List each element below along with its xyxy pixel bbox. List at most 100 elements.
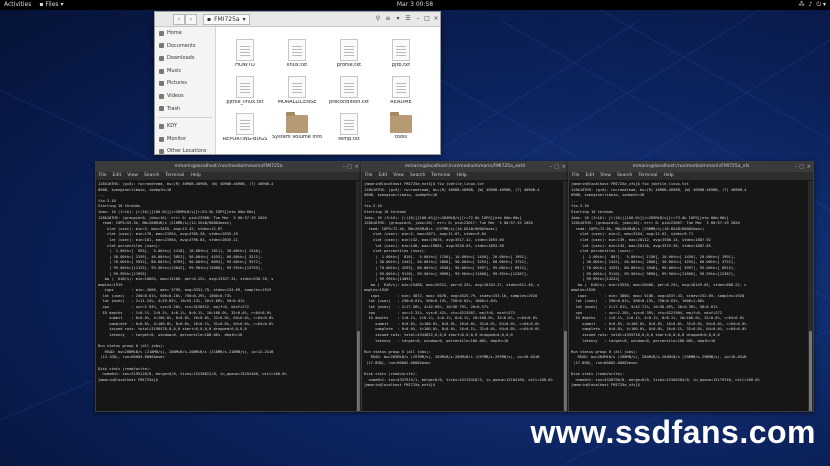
file-item[interactable]: README <box>376 76 426 106</box>
menu-item-help[interactable]: Help <box>456 172 466 180</box>
menu-icon[interactable]: ☰ <box>404 14 412 23</box>
path-bar[interactable]: ▪ FMI725a ▾ <box>203 14 250 25</box>
document-icon <box>392 76 410 98</box>
terminal-line: 128k16THS: (groupid=0, jobs=16): err= 0:… <box>364 221 533 226</box>
scrollbar-thumb[interactable] <box>809 331 812 411</box>
file-manager-headerbar: ‹ › ▪ FMI725a ▾ ⚲ ≡ ▾ ☰ – □ × <box>155 12 440 27</box>
menu-item-terminal[interactable]: Terminal <box>431 172 450 180</box>
drive-icon <box>159 136 164 142</box>
sidebar-item-label: Other Locations <box>167 148 207 155</box>
file-item[interactable]: temp.txt <box>324 113 374 143</box>
network-icon[interactable]: ⁂ <box>798 0 804 10</box>
menu-item-view[interactable]: View <box>393 172 404 180</box>
file-name: pjtb.txt <box>391 63 411 68</box>
folder-icon <box>390 112 412 133</box>
maximize-button[interactable]: □ <box>347 162 352 172</box>
watermark-text: www.ssdfans.com <box>530 414 816 450</box>
file-item[interactable]: profile.txt <box>324 39 374 69</box>
file-item[interactable]: REPORTING-BUGS <box>220 113 270 143</box>
power-icon[interactable]: ⏻ ▾ <box>816 0 826 10</box>
terminal-output[interactable]: 128k16THS: (g=0): rw=randread, bs=(R) 40… <box>96 181 355 411</box>
sidebar-item-videos[interactable]: Videos <box>155 90 215 103</box>
file-item[interactable]: HOWTO <box>220 39 270 69</box>
sidebar-item-documents[interactable]: Documents <box>155 40 215 53</box>
menu-item-view[interactable]: View <box>127 172 138 180</box>
file-name: HOWTO <box>235 63 255 68</box>
volume-icon[interactable]: ♪ <box>808 0 812 10</box>
minimize-button[interactable]: – <box>550 162 553 172</box>
view-options-icon[interactable]: ▾ <box>394 14 402 23</box>
menu-item-file[interactable]: File <box>572 172 580 180</box>
document-icon <box>392 39 410 61</box>
menu-item-help[interactable]: Help <box>190 172 200 180</box>
forward-button[interactable]: › <box>185 14 197 25</box>
scrollbar-thumb[interactable] <box>564 331 567 411</box>
document-icon <box>340 39 358 61</box>
file-grid: HOWTO linux.txt profile.txt pjtb.txt pjtfile… <box>216 27 440 154</box>
menu-item-search[interactable]: Search <box>410 172 425 180</box>
sidebar-item-label: Documents <box>167 42 196 49</box>
terminal-line: [mmarin@localhost FMI725a_xfs]$ <box>571 383 643 388</box>
menu-item-file[interactable]: File <box>365 172 373 180</box>
clock[interactable]: Mar 3 00:58 <box>397 0 433 10</box>
menu-item-search[interactable]: Search <box>144 172 159 180</box>
plus-icon <box>159 149 164 154</box>
menu-item-edit[interactable]: Edit <box>379 172 388 180</box>
sidebar-item-music[interactable]: Music <box>155 65 215 78</box>
terminal-window-3[interactable]: mmarin@localhost:/run/media/mmarin/FMI72… <box>568 161 814 412</box>
back-button[interactable]: ‹ <box>173 14 185 25</box>
drive-icon <box>159 123 164 129</box>
sidebar-item-other-locations[interactable]: Other Locations <box>155 145 215 155</box>
close-button[interactable]: × <box>807 162 811 172</box>
sidebar-item-downloads[interactable]: Downloads <box>155 52 215 65</box>
file-item[interactable]: MORALLICENSE <box>272 76 322 106</box>
terminal-output[interactable]: [mmarin@localhost FMI725a_xfs]$ fio jobf… <box>569 181 807 411</box>
sidebar-item-kdy[interactable]: KDY <box>155 120 215 133</box>
menu-item-edit[interactable]: Edit <box>113 172 122 180</box>
menu-item-file[interactable]: File <box>99 172 107 180</box>
pictures-icon <box>159 81 164 87</box>
path-segment[interactable]: FMI725a <box>214 15 240 24</box>
menu-item-terminal[interactable]: Terminal <box>638 172 657 180</box>
music-icon <box>159 68 164 74</box>
documents-icon <box>159 43 164 49</box>
file-item[interactable]: tools <box>376 112 426 141</box>
minimize-button[interactable]: – <box>414 14 422 23</box>
terminal-window-2[interactable]: mmarin@localhost:/run/media/mmarin/FMI72… <box>361 161 569 412</box>
view-list-icon[interactable]: ≡ <box>384 14 392 23</box>
folder-icon: ▪ <box>207 16 212 23</box>
minimize-button[interactable]: – <box>343 162 346 172</box>
sidebar-item-monitor[interactable]: Monitor <box>155 133 215 146</box>
file-item[interactable]: precondition.txt <box>324 76 374 106</box>
terminal-window-1[interactable]: mmarin@localhost:/run/media/mmarin/FMI72… <box>95 161 362 412</box>
sidebar-item-home[interactable]: Home <box>155 27 215 40</box>
terminal-menubar: File Edit View Search Terminal Help <box>96 172 361 180</box>
terminal-menubar: File Edit View Search Terminal Help <box>569 172 813 180</box>
file-manager-window: ‹ › ▪ FMI725a ▾ ⚲ ≡ ▾ ☰ – □ × Home Docume… <box>154 11 441 155</box>
close-button[interactable]: × <box>562 162 566 172</box>
menu-item-edit[interactable]: Edit <box>586 172 595 180</box>
terminal-output[interactable]: [mmarin@localhost FMI725a_ext4]$ fio job… <box>362 181 562 411</box>
file-item[interactable]: linux.txt <box>272 39 322 69</box>
menu-item-terminal[interactable]: Terminal <box>165 172 184 180</box>
menu-item-help[interactable]: Help <box>663 172 673 180</box>
scrollbar-thumb[interactable] <box>357 331 360 411</box>
sidebar-item-pictures[interactable]: Pictures <box>155 77 215 90</box>
file-item[interactable]: pjtb.txt <box>376 39 426 69</box>
close-button[interactable]: × <box>355 162 359 172</box>
close-button[interactable]: × <box>432 14 440 23</box>
sidebar-item-trash[interactable]: Trash <box>155 103 215 116</box>
file-item[interactable]: pjtfile_linux.txt <box>220 76 270 106</box>
maximize-button[interactable]: □ <box>423 14 431 23</box>
file-item[interactable]: System Volume Information <box>272 112 322 141</box>
maximize-button[interactable]: □ <box>799 162 804 172</box>
document-icon <box>288 39 306 61</box>
terminal-scrollbar[interactable] <box>808 181 813 411</box>
menu-item-view[interactable]: View <box>600 172 611 180</box>
search-icon[interactable]: ⚲ <box>374 14 382 23</box>
file-name: profile.txt <box>336 63 362 68</box>
document-icon <box>236 76 254 98</box>
menu-item-search[interactable]: Search <box>617 172 632 180</box>
minimize-button[interactable]: – <box>795 162 798 172</box>
maximize-button[interactable]: □ <box>554 162 559 172</box>
